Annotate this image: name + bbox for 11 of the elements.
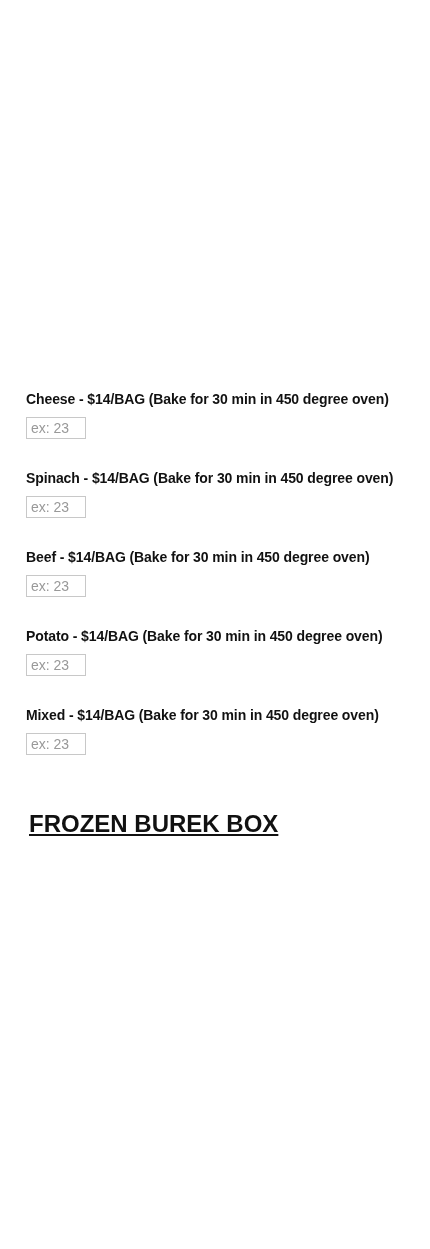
product-label: Beef - $14/BAG (Bake for 30 min in 450 degree oven) (26, 549, 370, 565)
quantity-input[interactable]: ex: 23 (26, 654, 86, 676)
product-label: Cheese - $14/BAG (Bake for 30 min in 450 degree oven) (26, 391, 389, 407)
quantity-input[interactable]: ex: 23 (26, 496, 86, 518)
product-label: Spinach - $14/BAG (Bake for 30 min in 450 degree oven) (26, 470, 394, 486)
quantity-input[interactable]: ex: 23 (26, 417, 86, 439)
section-heading: FROZEN BUREK BOX (29, 810, 279, 838)
quantity-input[interactable]: ex: 23 (26, 575, 86, 597)
product-label: Mixed - $14/BAG (Bake for 30 min in 450 degree oven) (26, 707, 379, 723)
product-label: Potato - $14/BAG (Bake for 30 min in 450 degree oven) (26, 628, 383, 644)
quantity-input[interactable]: ex: 23 (26, 733, 86, 755)
